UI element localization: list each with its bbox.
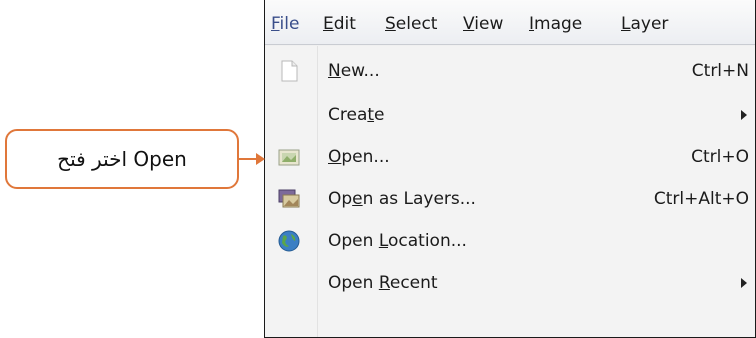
- label-post: e: [374, 105, 385, 125]
- label-post: n as Layers...: [362, 189, 476, 209]
- menu-view-post: iew: [474, 14, 504, 34]
- menu-item-new-label: New...: [328, 61, 380, 81]
- gimp-window-screenshot: File Edit Select View Image Layer New...…: [264, 0, 756, 338]
- menu-edit[interactable]: Edit: [323, 14, 356, 34]
- open-layers-icon: [277, 187, 301, 211]
- menu-view[interactable]: View: [463, 14, 503, 34]
- menu-select-post: elect: [395, 14, 438, 34]
- menu-item-open-as-layers-label: Open as Layers...: [328, 189, 476, 209]
- label-post: ecent: [389, 273, 438, 293]
- file-menu-dropdown: New... Ctrl+N Create Open... Ctrl+O Open…: [265, 46, 755, 337]
- label-mnemonic: R: [378, 273, 390, 293]
- menu-item-open-as-layers[interactable]: Open as Layers... Ctrl+Alt+O: [265, 180, 755, 220]
- menu-image-post: mage: [534, 14, 583, 34]
- menu-item-open-location[interactable]: Open Location...: [265, 222, 755, 262]
- label-pre: Op: [328, 189, 353, 209]
- menu-item-open[interactable]: Open... Ctrl+O: [265, 138, 755, 178]
- menu-item-create[interactable]: Create: [265, 96, 755, 136]
- menu-item-new[interactable]: New... Ctrl+N: [265, 52, 755, 92]
- new-file-icon: [277, 59, 301, 83]
- label-mnemonic: L: [378, 231, 388, 251]
- label-pre: Open: [328, 231, 379, 251]
- submenu-arrow-icon: [741, 110, 747, 120]
- label-mnemonic: e: [352, 189, 363, 209]
- menu-view-mnemonic: V: [463, 14, 475, 34]
- label-pre: Open: [328, 273, 379, 293]
- menu-item-open-recent[interactable]: Open Recent: [265, 264, 755, 304]
- menu-select-mnemonic: S: [385, 14, 396, 34]
- menu-item-open-recent-label: Open Recent: [328, 273, 438, 293]
- label-mnemonic: N: [328, 61, 341, 81]
- label-pre: Crea: [328, 105, 368, 125]
- menu-item-new-shortcut: Ctrl+N: [691, 61, 749, 81]
- menu-item-open-shortcut: Ctrl+O: [691, 147, 749, 167]
- menu-edit-post: dit: [333, 14, 356, 34]
- menu-item-open-label: Open...: [328, 147, 390, 167]
- label-post: pen...: [341, 147, 390, 167]
- submenu-arrow-icon: [741, 278, 747, 288]
- menu-layer[interactable]: Layer: [621, 14, 668, 34]
- open-image-icon: [277, 145, 301, 169]
- label-post: ew...: [340, 61, 380, 81]
- label-mnemonic: O: [328, 147, 342, 167]
- menu-file[interactable]: File: [271, 14, 299, 34]
- menu-file-post: ile: [279, 14, 300, 34]
- label-post: ocation...: [388, 231, 467, 251]
- instruction-callout: اختر فتح Open: [5, 129, 239, 189]
- instruction-callout-text: اختر فتح Open: [57, 147, 187, 171]
- globe-icon: [277, 229, 301, 253]
- menu-item-open-as-layers-shortcut: Ctrl+Alt+O: [653, 189, 749, 209]
- menu-layer-post: ayer: [630, 14, 669, 34]
- menu-select[interactable]: Select: [385, 14, 437, 34]
- menu-item-open-location-label: Open Location...: [328, 231, 467, 251]
- menu-item-create-label: Create: [328, 105, 385, 125]
- menu-file-mnemonic: F: [271, 14, 280, 34]
- menu-edit-mnemonic: E: [323, 14, 334, 34]
- menu-image[interactable]: Image: [529, 14, 582, 34]
- callout-pointer-arrow-icon: [256, 153, 265, 165]
- menu-bar: File Edit Select View Image Layer: [265, 0, 755, 45]
